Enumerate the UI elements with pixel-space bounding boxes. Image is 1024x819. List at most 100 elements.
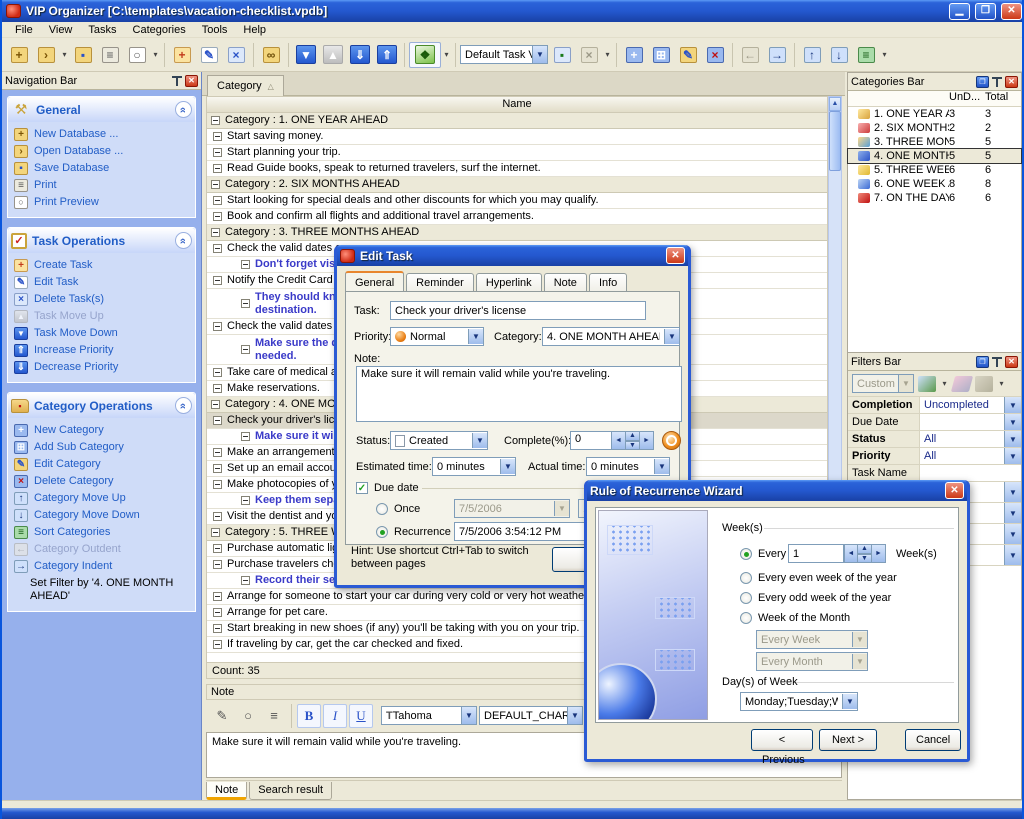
collapse-box-icon[interactable]	[213, 276, 222, 285]
categories-restore-icon[interactable]: ❐	[976, 76, 989, 88]
tab-note[interactable]: Note	[206, 782, 247, 800]
spin-right-icon[interactable]: ►	[640, 431, 654, 450]
combo-arrow-icon[interactable]	[567, 707, 582, 724]
edit-category-button[interactable]	[675, 42, 701, 68]
nav-item[interactable]: Save Database	[12, 160, 193, 177]
category-move-up-button[interactable]	[799, 42, 825, 68]
collapse-box-icon[interactable]	[213, 244, 222, 253]
note-print-icon[interactable]: ≡	[262, 704, 286, 728]
collapse-box-icon[interactable]	[213, 196, 222, 205]
category-row[interactable]: 1. ONE YEAR AH33	[848, 107, 1021, 121]
task-input[interactable]: Check your driver's license	[390, 301, 646, 320]
nav-item[interactable]: Category Move Up	[12, 490, 193, 507]
due-date-checkbox[interactable]: ✓Due date	[356, 482, 419, 494]
collapse-box-icon[interactable]	[213, 448, 222, 457]
minimize-button[interactable]: ▁	[949, 3, 970, 20]
collapse-box-icon[interactable]	[213, 164, 222, 173]
collapse-box-icon[interactable]	[211, 180, 220, 189]
clear-filter-icon[interactable]	[951, 376, 973, 392]
filter-dropdown-icon[interactable]	[1004, 545, 1021, 565]
close-button[interactable]: ✕	[1001, 3, 1022, 20]
collapse-box-icon[interactable]	[241, 432, 250, 441]
category-row[interactable]: 4. ONE MONTH A55	[848, 149, 1021, 163]
name-column-header[interactable]: Name	[206, 96, 828, 113]
collapse-box-icon[interactable]	[213, 132, 222, 141]
edit-task-button[interactable]	[196, 42, 222, 68]
task-move-down-button[interactable]	[293, 42, 319, 68]
apply-filter-dropdown[interactable]	[940, 371, 949, 397]
navigation-close-icon[interactable]: ✕	[185, 75, 198, 87]
radio-off-icon[interactable]	[740, 572, 752, 584]
increase-priority-button[interactable]	[374, 42, 400, 68]
radio-on-icon[interactable]	[376, 526, 388, 538]
collapse-box-icon[interactable]	[211, 228, 220, 237]
spin-down-icon[interactable]: ▼	[626, 441, 640, 451]
italic-button[interactable]: I	[323, 704, 347, 728]
note-textarea[interactable]: Make sure it will remain valid while you…	[356, 366, 682, 422]
scrollbar-thumb[interactable]	[829, 111, 841, 171]
list-item[interactable]: Start saving money.	[207, 129, 827, 145]
collapse-box-icon[interactable]	[213, 480, 222, 489]
combo-arrow-icon[interactable]	[842, 694, 857, 709]
menu-item[interactable]: File	[8, 23, 40, 37]
nav-item[interactable]: Open Database ...	[12, 143, 193, 160]
collapse-box-icon[interactable]	[213, 212, 222, 221]
collapse-box-icon[interactable]	[213, 148, 222, 157]
filter-dropdown-icon[interactable]	[1004, 482, 1021, 502]
task-view-button[interactable]	[409, 42, 441, 68]
nav-item[interactable]: Add Sub Category	[12, 439, 193, 456]
next-button[interactable]: Next >	[819, 729, 877, 751]
save-database-button[interactable]	[70, 42, 96, 68]
collapse-box-icon[interactable]	[213, 592, 222, 601]
add-sub-category-button[interactable]	[648, 42, 674, 68]
combo-arrow-icon[interactable]	[532, 46, 547, 63]
collapse-chevron-icon[interactable]	[175, 101, 192, 118]
filters-close-icon[interactable]: ✕	[1005, 356, 1018, 368]
menu-item[interactable]: Tools	[195, 23, 235, 37]
radio-off-icon[interactable]	[740, 592, 752, 604]
category-row[interactable]: 6. ONE WEEK AH88	[848, 177, 1021, 191]
filter-dropdown-icon[interactable]	[1004, 431, 1021, 447]
toolbar-overflow-dropdown[interactable]	[880, 42, 889, 68]
list-item[interactable]: Category : 3. THREE MONTHS AHEAD	[207, 225, 827, 241]
collapse-box-icon[interactable]	[213, 560, 222, 569]
spin-down-icon[interactable]: ▼	[858, 554, 872, 564]
odd-week-radio[interactable]: Every odd week of the year	[740, 592, 891, 604]
filter-dropdown-icon[interactable]	[1004, 524, 1021, 544]
charset-combo[interactable]: DEFAULT_CHAR	[479, 706, 583, 725]
collapse-box-icon[interactable]	[213, 608, 222, 617]
collapse-box-icon[interactable]	[213, 464, 222, 473]
complete-target-button[interactable]	[662, 431, 681, 450]
undone-column-header[interactable]: UnD...	[949, 91, 985, 106]
nav-item[interactable]: Increase Priority	[12, 342, 193, 359]
previous-button[interactable]: < Previous	[751, 729, 813, 751]
new-database-button[interactable]	[6, 42, 32, 68]
combo-arrow-icon[interactable]	[461, 707, 476, 724]
collapse-chevron-icon[interactable]	[175, 397, 192, 414]
menu-item[interactable]: Tasks	[81, 23, 123, 37]
filter-row[interactable]: PriorityAll	[848, 448, 1021, 465]
decrease-priority-button[interactable]	[347, 42, 373, 68]
even-week-radio[interactable]: Every even week of the year	[740, 572, 897, 584]
collapse-box-icon[interactable]	[211, 116, 220, 125]
collapse-box-icon[interactable]	[241, 345, 250, 354]
nav-item[interactable]: Create Task	[12, 257, 193, 274]
nav-group-task-operations-header[interactable]: Task Operations	[8, 228, 195, 253]
delete-category-button[interactable]	[702, 42, 728, 68]
list-item[interactable]: Category : 2. SIX MONTHS AHEAD	[207, 177, 827, 193]
restore-button[interactable]: ❐	[975, 3, 996, 20]
nav-item[interactable]: Print	[12, 177, 193, 194]
week-of-month-radio[interactable]: Week of the Month	[740, 612, 850, 624]
list-item[interactable]: Category : 1. ONE YEAR AHEAD	[207, 113, 827, 129]
combo-arrow-icon[interactable]	[664, 329, 679, 344]
filter-dropdown-icon[interactable]	[1004, 448, 1021, 464]
combo-arrow-icon[interactable]	[654, 459, 669, 474]
nav-item[interactable]: Delete Category	[12, 473, 193, 490]
collapse-box-icon[interactable]	[211, 400, 220, 409]
open-database-dropdown[interactable]	[60, 42, 69, 68]
menu-item[interactable]: View	[42, 23, 80, 37]
sort-categories-button[interactable]	[853, 42, 879, 68]
category-row[interactable]: 5. THREE WEEKS66	[848, 163, 1021, 177]
filter-dropdown-icon[interactable]	[1004, 414, 1021, 430]
collapse-box-icon[interactable]	[213, 384, 222, 393]
